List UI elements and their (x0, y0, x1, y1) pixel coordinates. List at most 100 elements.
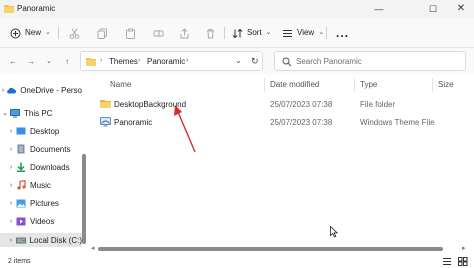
file-row[interactable]: Panoramic 25/07/2023 07:38 Windows Theme… (96, 114, 466, 130)
sidebar-item-label: Music (30, 180, 51, 190)
folder-app-icon (4, 5, 14, 13)
chevron-down-icon: ⌄ (318, 29, 325, 36)
arrow-up-icon: ↑ (65, 56, 69, 66)
sidebar-item-onedrive[interactable]: › OneDrive - Perso (0, 83, 82, 97)
share-icon (180, 27, 188, 38)
expand-chevron-icon[interactable]: › (6, 237, 16, 244)
details-view-icon[interactable] (442, 257, 452, 266)
expand-chevron-icon[interactable]: › (6, 128, 16, 135)
sidebar-item-music[interactable]: › Music (0, 178, 82, 192)
search-icon (282, 57, 292, 67)
forward-button[interactable]: → (24, 53, 38, 69)
column-header-type[interactable]: Type (360, 80, 377, 89)
tiles-view-icon[interactable] (458, 257, 468, 266)
breadcrumb-chevron-icon: › (100, 57, 103, 64)
file-name: Panoramic (114, 118, 153, 127)
sidebar-item-documents[interactable]: › Documents (0, 142, 82, 156)
horizontal-scrollbar[interactable] (98, 247, 443, 251)
sort-label: Sort (247, 28, 262, 37)
recent-locations-button[interactable]: ⌄ (42, 53, 56, 69)
file-list: Name Date modified Type Size DesktopBack… (90, 74, 474, 256)
title-bar: Panoramic — ☐ ✕ (0, 0, 474, 18)
cut-button[interactable] (66, 24, 82, 42)
column-header-name[interactable]: Name (110, 80, 131, 89)
expand-chevron-icon[interactable]: › (6, 182, 16, 189)
sidebar-item-downloads[interactable]: › Downloads (0, 160, 82, 174)
videos-icon (16, 216, 26, 226)
arrow-right-icon: → (27, 56, 35, 66)
sidebar-item-videos[interactable]: › Videos (0, 214, 82, 228)
sidebar-item-label: Documents (30, 144, 71, 154)
toolbar-divider (224, 27, 225, 39)
expand-chevron-icon[interactable]: › (6, 218, 16, 225)
chevron-down-icon: ⌄ (46, 58, 52, 65)
expand-chevron-icon[interactable]: ⌄ (0, 109, 10, 117)
search-box[interactable]: Search Panoramic (274, 51, 466, 71)
expand-chevron-icon[interactable]: › (6, 146, 16, 153)
see-more-button[interactable]: ... (336, 24, 349, 42)
music-icon (16, 180, 26, 190)
more-icon: ... (336, 26, 350, 40)
pc-icon (10, 108, 20, 118)
share-button[interactable] (176, 24, 192, 42)
sidebar-item-this-pc[interactable]: ⌄ This PC (0, 106, 82, 120)
sort-icon (232, 28, 243, 38)
scroll-right-icon[interactable]: ▸ (462, 244, 466, 252)
sidebar-item-pictures[interactable]: › Pictures (0, 196, 82, 210)
folder-icon (100, 100, 111, 108)
refresh-button[interactable]: ↻ (251, 56, 259, 67)
sidebar-item-desktop[interactable]: › Desktop (0, 124, 82, 138)
search-input[interactable]: Search Panoramic (296, 57, 362, 66)
column-header-date[interactable]: Date modified (270, 80, 319, 89)
pictures-icon (16, 198, 26, 208)
copy-button[interactable] (94, 24, 110, 42)
column-header-size[interactable]: Size (438, 80, 454, 89)
back-button[interactable]: ← (6, 53, 20, 69)
address-dropdown-button[interactable]: ⌄ (235, 56, 242, 65)
address-bar[interactable]: › Themes › Panoramic › ⌄ ↻ (80, 51, 263, 71)
theme-file-icon (100, 117, 111, 127)
sidebar-item-label: Downloads (30, 162, 70, 172)
breadcrumb-chevron-icon: › (138, 57, 141, 64)
file-row[interactable]: DesktopBackground 25/07/2023 07:38 File … (96, 96, 466, 112)
expand-chevron-icon[interactable]: › (6, 200, 16, 207)
expand-chevron-icon[interactable]: › (6, 164, 16, 171)
scissors-icon (69, 28, 79, 39)
navigation-pane: › OneDrive - Perso ⌄ This PC › Desktop ›… (0, 74, 88, 256)
sort-button[interactable]: Sort ⌄ (232, 24, 272, 42)
file-type: Windows Theme File (360, 118, 435, 127)
column-divider[interactable] (264, 78, 265, 92)
sidebar-item-label: Videos (30, 216, 55, 226)
file-type: File folder (360, 100, 396, 109)
close-button[interactable]: ✕ (444, 0, 474, 18)
view-button[interactable]: View ⌄ (282, 24, 324, 42)
up-button[interactable]: ↑ (60, 53, 74, 69)
sidebar-item-label: Desktop (30, 126, 60, 136)
copy-icon (97, 28, 107, 39)
sidebar-scrollbar[interactable] (82, 154, 86, 244)
breadcrumb-themes[interactable]: Themes (109, 57, 138, 66)
column-divider[interactable] (432, 78, 433, 92)
column-divider[interactable] (354, 78, 355, 92)
status-bar: 2 items (0, 256, 474, 268)
view-label: View (297, 28, 315, 37)
new-button[interactable]: New ⌄ (10, 24, 51, 42)
breadcrumb-chevron-icon: › (186, 57, 189, 64)
chevron-down-icon: ⌄ (45, 29, 51, 36)
toolbar-divider (326, 27, 327, 39)
paste-button[interactable] (122, 24, 138, 42)
sidebar-item-local-disk[interactable]: › Local Disk (C:) (0, 233, 82, 247)
trash-icon (206, 28, 214, 38)
rename-button[interactable] (150, 24, 166, 42)
breadcrumb-panoramic[interactable]: Panoramic (147, 57, 185, 66)
command-bar: New ⌄ Sort ⌄ View ⌄ ... (0, 18, 474, 48)
downloads-icon (16, 162, 26, 172)
clipboard-icon (125, 28, 135, 39)
plus-circle-icon (10, 28, 21, 38)
minimize-icon: — (374, 4, 384, 14)
toolbar-divider (58, 27, 59, 39)
sidebar-item-label: This PC (24, 108, 53, 118)
scroll-left-icon[interactable]: ◂ (91, 244, 95, 252)
delete-button[interactable] (202, 24, 218, 42)
minimize-button[interactable]: — (362, 0, 396, 18)
